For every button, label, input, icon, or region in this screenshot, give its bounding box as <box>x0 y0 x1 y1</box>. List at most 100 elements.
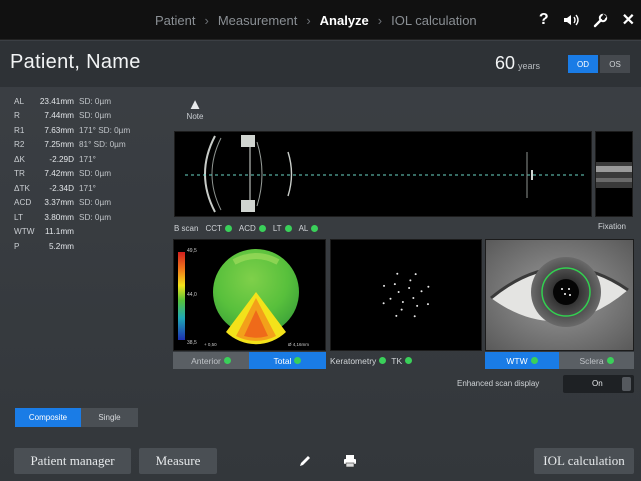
measurement-value: -2.29D <box>49 154 74 164</box>
wrench-icon[interactable] <box>593 13 608 28</box>
keratometry-spot <box>396 272 399 275</box>
measurement-sd: SD: 0µm <box>79 212 112 222</box>
tab-label: WTW <box>506 355 528 366</box>
iol-calculation-button[interactable]: IOL calculation <box>534 448 634 474</box>
keratometry-spot <box>400 308 403 311</box>
keratometry-spot <box>389 297 392 300</box>
measurement-key: R <box>14 111 20 121</box>
measurement-row: R2 7.25mm 81° SD: 0µm <box>14 138 164 153</box>
tab-anterior[interactable]: Anterior <box>173 352 249 369</box>
tab-label: Anterior <box>191 355 221 366</box>
keratometry-spot <box>397 291 400 294</box>
crumb-measurement[interactable]: Measurement <box>218 13 297 28</box>
keratometry-spots-view[interactable] <box>330 239 482 351</box>
ok-indicator-icon <box>224 224 232 232</box>
age-unit: years <box>518 61 541 71</box>
status-label: AL <box>298 223 309 233</box>
measurement-row: ΔTK -2.34D 171° <box>14 181 164 196</box>
measurement-key: LT <box>14 212 23 222</box>
ok-indicator-icon <box>223 357 231 364</box>
scale-bottom-label: 38,5 <box>187 340 197 346</box>
scan-status-row: B scan CCT ACD LT AL Fixation <box>174 222 634 234</box>
tab-wtw[interactable]: WTW <box>485 352 559 369</box>
enhanced-scan-toggle[interactable]: On <box>563 375 634 393</box>
speaker-icon[interactable] <box>563 13 579 27</box>
corneal-topography-map[interactable]: 49,5 44,0 38,5 + 0,50 Ø 4,16mm <box>173 239 326 351</box>
status-label: CCT <box>205 223 222 233</box>
pencil-icon[interactable] <box>294 448 316 474</box>
measurement-key: ΔK <box>14 154 25 164</box>
patient-name: Patient, Name <box>10 51 141 73</box>
measure-button[interactable]: Measure <box>139 448 217 474</box>
measurement-value: 5.2mm <box>48 241 74 251</box>
workflow-breadcrumb: Patient › Measurement › Analyze › IOL ca… <box>155 0 477 40</box>
status-acd: ACD <box>239 224 266 233</box>
top-icons: ? ✕ <box>539 0 635 40</box>
keratometry-spot <box>427 285 430 288</box>
measurement-value: 11.1mm <box>45 227 74 237</box>
enhanced-scan-label: Enhanced scan display <box>457 379 540 388</box>
measurement-key: TR <box>14 169 25 179</box>
eye-od-button[interactable]: OD <box>568 55 598 73</box>
bscan-label: B scan <box>174 223 199 233</box>
composite-button[interactable]: Composite <box>15 408 81 427</box>
tab-label: Sclera <box>579 355 604 366</box>
measurement-row: P 5.2mm <box>14 239 164 254</box>
crumb-iol-calculation[interactable]: IOL calculation <box>391 13 477 28</box>
measurement-key: AL <box>14 96 25 106</box>
ok-indicator-icon <box>311 224 319 232</box>
measurement-sd: SD: 0µm <box>79 96 112 106</box>
measurement-row: R1 7.63mm 171° SD: 0µm <box>14 123 164 138</box>
patient-manager-button[interactable]: Patient manager <box>14 448 131 474</box>
app-window: Patient › Measurement › Analyze › IOL ca… <box>0 0 641 481</box>
measurement-key: WTW <box>14 227 35 237</box>
eye-os-button[interactable]: OS <box>600 55 630 73</box>
eye-camera-image[interactable] <box>485 239 634 351</box>
status-al: AL <box>299 224 319 233</box>
patient-header: Patient, Name 60 years OD OS <box>0 41 641 87</box>
measurement-value: 3.37mm <box>44 198 74 208</box>
measurement-sd: 171° <box>79 154 96 164</box>
crumb-patient[interactable]: Patient <box>155 13 195 28</box>
tab-sclera[interactable]: Sclera <box>559 352 634 369</box>
bscan-image[interactable] <box>174 131 592 217</box>
patient-age: 60 years <box>495 53 540 74</box>
eye-selector: OD OS <box>568 55 630 73</box>
tab-label: Total <box>273 355 292 366</box>
measurement-value: 23.41mm <box>39 96 74 106</box>
note-button[interactable]: ▲ Note <box>175 97 215 121</box>
keratometry-spot <box>401 301 404 304</box>
keratometry-spot <box>395 314 398 317</box>
keratometry-spot <box>413 315 416 318</box>
measurement-value: 7.42mm <box>44 169 74 179</box>
help-icon[interactable]: ? <box>539 11 549 29</box>
topo-corner-right: Ø 4,16mm <box>288 342 309 347</box>
crumb-separator: › <box>306 12 311 28</box>
single-button[interactable]: Single <box>81 408 138 427</box>
crumb-analyze[interactable]: Analyze <box>320 13 369 28</box>
measurement-value: 7.25mm <box>44 140 74 150</box>
keratometry-status: Keratometry TK <box>330 352 413 369</box>
measurement-value: 7.63mm <box>44 125 74 135</box>
scale-top-label: 49,5 <box>187 248 197 254</box>
measurement-sd: 81° SD: 0µm <box>79 140 126 150</box>
measurement-row: R 7.44mm SD: 0µm <box>14 109 164 124</box>
topo-corner-left: + 0,50 <box>204 342 217 347</box>
toggle-knob <box>622 377 631 391</box>
top-nav-bar: Patient › Measurement › Analyze › IOL ca… <box>0 0 641 40</box>
tab-total[interactable]: Total <box>249 352 326 369</box>
measurement-key: R1 <box>14 125 25 135</box>
status-label: ACD <box>238 223 256 233</box>
ok-indicator-icon <box>606 357 614 364</box>
measurement-sd: SD: 0µm <box>79 169 112 179</box>
keratometry-spot <box>408 286 411 289</box>
keratometry-spot <box>382 302 385 305</box>
measurement-key: P <box>14 241 20 251</box>
close-icon[interactable]: ✕ <box>622 10 635 30</box>
measurement-row: ΔK -2.29D 171° <box>14 152 164 167</box>
printer-icon[interactable] <box>339 448 361 474</box>
fixation-image[interactable] <box>595 131 633 217</box>
eye-image-tabs: WTW Sclera <box>485 352 634 369</box>
view-mode-selector: Composite Single <box>15 408 138 427</box>
measurement-row: WTW 11.1mm <box>14 225 164 240</box>
